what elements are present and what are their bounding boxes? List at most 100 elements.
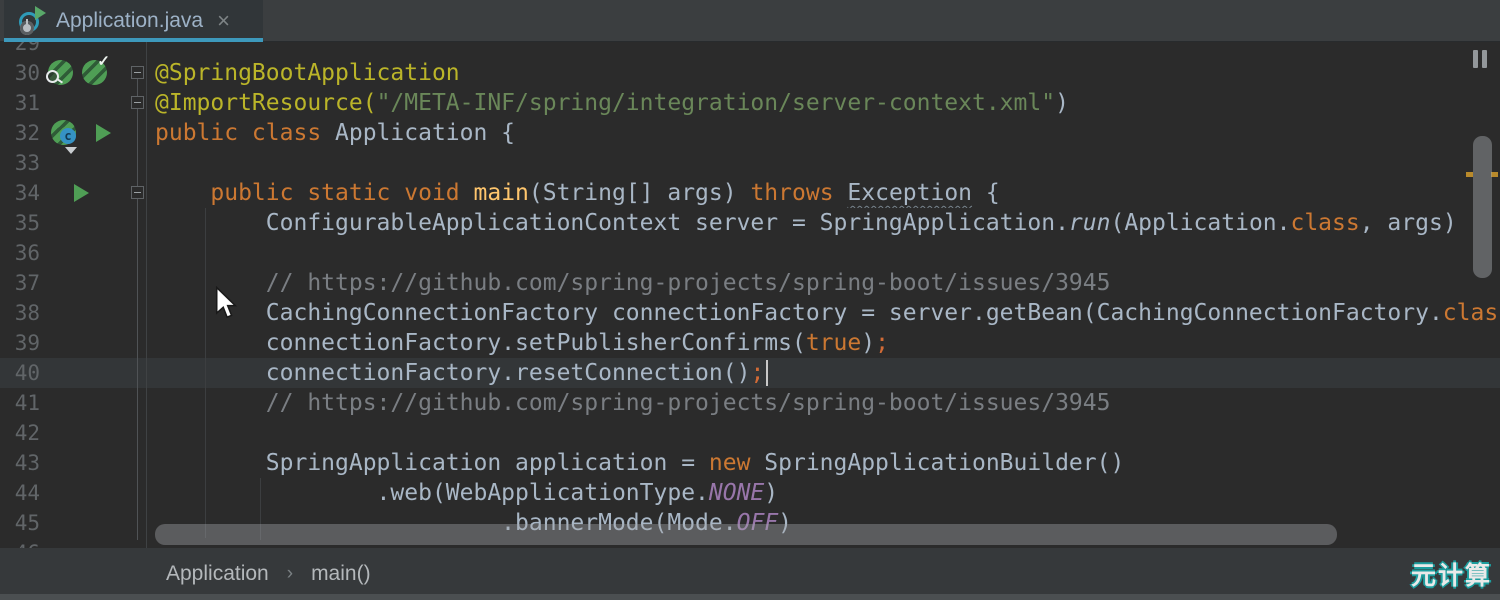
code-line[interactable]: CachingConnectionFactory connectionFacto… [146,298,1500,328]
editor-line: 34 public static void main(String[] args… [0,178,1500,208]
text-caret [766,360,768,386]
gutter-icons: ✓ [40,58,128,88]
tab-label: Application.java [56,9,203,33]
code-line[interactable]: // https://github.com/spring-projects/sp… [146,268,1500,298]
editor-line: 40 connectionFactory.resetConnection(); [0,358,1500,388]
line-number: 42 [0,418,40,448]
line-number: 43 [0,448,40,478]
line-number: 30 [0,58,40,88]
gutter-icons [40,298,128,328]
warning-stripe-mark [1491,172,1498,177]
gutter-icons [40,448,128,478]
gutter-icons [40,268,128,298]
code-line[interactable] [146,148,1500,178]
gutter-icons [40,238,128,268]
line-number: 46 [0,538,40,548]
gutter-icons [40,358,128,388]
code-token: // https://github.com/spring-projects/sp… [266,270,1111,296]
editor-line: 43 SpringApplication application = new S… [0,448,1500,478]
code-token: true [806,330,861,356]
gutter-icons: c [40,118,128,148]
editor-line: 42 [0,418,1500,448]
spring-boot-run-icon [18,6,46,36]
code-token: ConfigurableApplicationContext server = … [155,210,1069,236]
code-token: connectionFactory.resetConnection() [155,360,750,386]
gutter-icons [40,148,128,178]
code-line[interactable]: @SpringBootApplication [146,58,1500,88]
chevron-right-icon: › [287,563,293,585]
gutter-icons [40,328,128,358]
code-line[interactable] [146,238,1500,268]
code-token: ; [875,330,889,356]
editor[interactable]: 2930 ✓ @SpringBootApplication31@ImportReso… [0,42,1500,548]
gutter-icons [40,538,128,548]
spring-bean-search-icon[interactable] [48,60,73,85]
line-number: 39 [0,328,40,358]
line-number: 45 [0,508,40,538]
code-token: @ImportResource( [155,90,377,116]
line-number: 33 [0,148,40,178]
warning-stripe-mark [1466,172,1473,177]
gutter-icons [40,388,128,418]
code-line[interactable]: .web(WebApplicationType.NONE) [146,478,1500,508]
code-token: new [709,450,751,476]
line-number: 29 [0,42,40,58]
code-token: connectionFactory.setPublisherConfirms( [155,330,806,356]
fold-marker[interactable] [131,186,144,199]
code-line[interactable]: ConfigurableApplicationContext server = … [146,208,1500,238]
editor-line: 31@ImportResource("/META-INF/spring/inte… [0,88,1500,118]
mouse-cursor-icon [214,286,238,320]
class-badge: c [60,128,76,144]
tab-application-java[interactable]: Application.java × [4,0,263,42]
vertical-scrollbar[interactable] [1473,136,1492,278]
code-line[interactable]: public class Application { [146,118,1500,148]
code-line[interactable] [146,418,1500,448]
editor-line: 41 // https://github.com/spring-projects… [0,388,1500,418]
line-number: 41 [0,388,40,418]
line-number: 36 [0,238,40,268]
play-triangle-icon [35,6,46,20]
code-token: public class [155,120,335,146]
line-number: 40 [0,358,40,388]
code-token: throws [750,180,833,206]
breadcrumb-item-application[interactable]: Application [166,562,269,586]
fold-marker[interactable] [131,96,144,109]
power-badge-icon [20,21,34,35]
horizontal-scrollbar[interactable] [155,524,1337,545]
code-token: run [1069,210,1111,236]
code-token [155,270,266,296]
breadcrumb-bar: Application › main() [0,548,1500,600]
breadcrumb-item-main[interactable]: main() [311,562,371,586]
code-line[interactable]: public static void main(String[] args) t… [146,178,1500,208]
code-line[interactable]: SpringApplication application = new Spri… [146,448,1500,478]
code-token: class [1290,210,1359,236]
gutter-icons [40,418,128,448]
check-icon: ✓ [97,52,110,70]
code-token: Exception [847,180,972,206]
gutter-icons [40,42,128,58]
line-number: 34 [0,178,40,208]
fold-guide-line [137,78,138,540]
run-arrow-icon[interactable] [96,124,111,142]
code-line[interactable]: // https://github.com/spring-projects/sp… [146,388,1500,418]
code-line[interactable]: @ImportResource("/META-INF/spring/integr… [146,88,1500,118]
code-token: ) [1055,90,1069,116]
code-token: { [972,180,1000,206]
code-token: Application { [335,120,515,146]
code-token: main [474,180,529,206]
watermark: 元计算 [1411,556,1492,592]
line-number: 35 [0,208,40,238]
fold-marker[interactable] [131,66,144,79]
code-line[interactable]: connectionFactory.setPublisherConfirms(t… [146,328,1500,358]
code-token: SpringApplication application = [155,450,709,476]
code-token: , args) [1360,210,1457,236]
code-line[interactable] [146,42,1500,58]
spring-bean-class-icon[interactable]: c [51,120,76,145]
spring-bean-check-icon[interactable]: ✓ [82,60,107,85]
code-line[interactable]: connectionFactory.resetConnection(); [146,358,1500,388]
gutter-icons [40,208,128,238]
editor-line: 32cpublic class Application { [0,118,1500,148]
close-icon[interactable]: × [217,11,230,31]
code-token [155,180,210,206]
run-arrow-icon[interactable] [74,184,89,202]
